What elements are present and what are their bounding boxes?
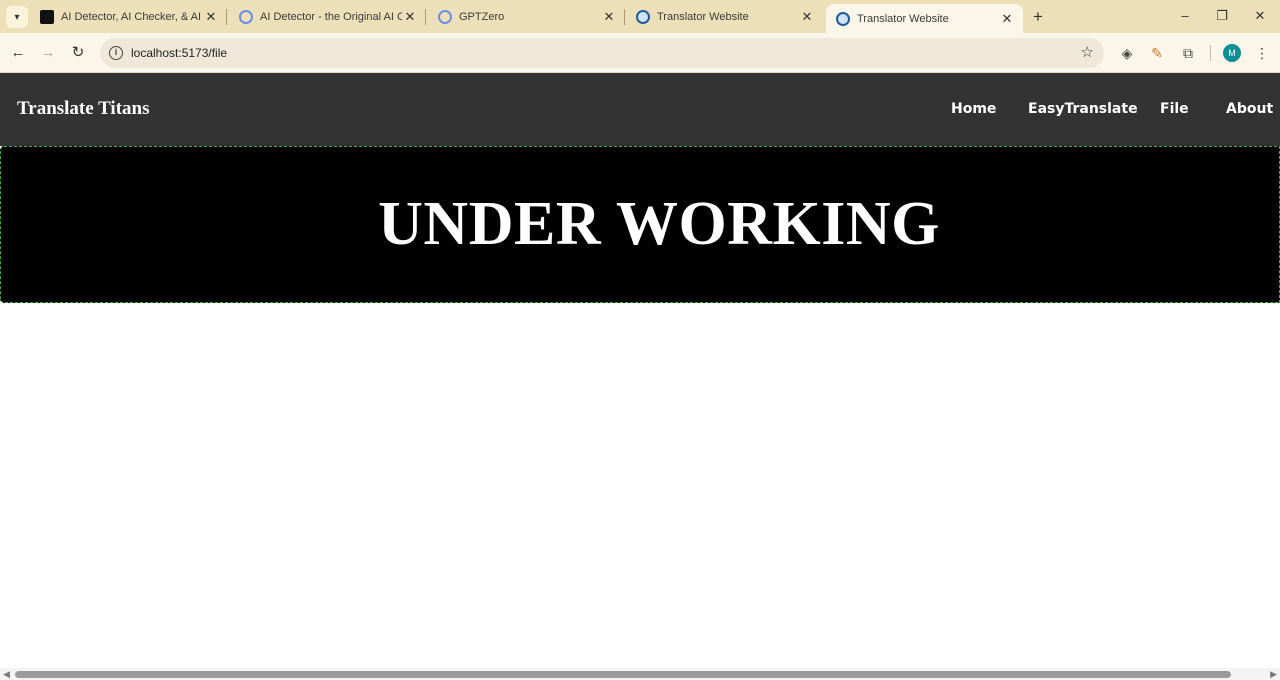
address-bar[interactable]: i localhost:5173/file ☆ — [100, 38, 1104, 68]
hero-title: UNDER WORKING — [378, 190, 940, 258]
nav-link-home[interactable]: Home — [951, 101, 996, 117]
scroll-left-icon[interactable]: ◀ — [3, 669, 10, 680]
hero-banner: UNDER WORKING — [0, 146, 1280, 303]
extension-pen-icon[interactable]: ✎ — [1147, 43, 1167, 63]
gptzero-icon — [438, 9, 452, 24]
tab-divider — [226, 9, 227, 25]
nav-link-file[interactable]: File — [1160, 101, 1189, 117]
new-tab-button[interactable]: + — [1028, 7, 1048, 27]
tab-divider — [425, 9, 426, 25]
reload-icon: ↻ — [71, 44, 85, 61]
tab-search-button[interactable]: ▾ — [6, 6, 28, 28]
scroll-right-icon[interactable]: ▶ — [1270, 669, 1277, 680]
plus-icon: + — [1033, 7, 1043, 26]
arrow-right-icon: → — [40, 44, 56, 61]
close-icon: ✕ — [1254, 8, 1266, 23]
browser-tab[interactable]: GPTZero ✕ — [428, 0, 625, 33]
close-icon[interactable]: ✕ — [799, 9, 815, 25]
close-icon[interactable]: ✕ — [203, 9, 219, 25]
browser-tab[interactable]: AI Detector - the Original AI Ch ✕ — [229, 0, 426, 33]
close-icon[interactable]: ✕ — [999, 11, 1015, 27]
forward-button[interactable]: → — [37, 42, 59, 64]
horizontal-scrollbar[interactable]: ◀ ▶ — [0, 668, 1280, 680]
tab-title: AI Detector - the Original AI Ch — [260, 10, 402, 23]
info-icon[interactable]: i — [109, 46, 123, 60]
site-navbar: Translate Titans Home EasyTranslate File… — [0, 73, 1280, 146]
back-button[interactable]: ← — [7, 42, 29, 64]
scrollbar-thumb[interactable] — [15, 671, 1231, 678]
browser-tab[interactable]: AI Detector, AI Checker, & AI Hu ✕ — [30, 0, 227, 33]
browser-tab-active[interactable]: Translator Website ✕ — [826, 4, 1023, 33]
profile-avatar[interactable]: M — [1223, 44, 1241, 62]
toolbar-divider — [1210, 45, 1211, 61]
arrow-left-icon: ← — [10, 44, 26, 61]
nav-link-about[interactable]: About — [1226, 101, 1273, 117]
gptzero-icon — [239, 9, 253, 24]
close-icon[interactable]: ✕ — [601, 9, 617, 25]
restore-button[interactable]: ❐ — [1207, 6, 1237, 26]
chevron-down-icon: ▾ — [14, 11, 20, 23]
browser-tab[interactable]: Translator Website ✕ — [626, 0, 823, 33]
tab-title: GPTZero — [459, 10, 505, 23]
site-brand[interactable]: Translate Titans — [17, 98, 150, 120]
url-text[interactable]: localhost:5173/file — [131, 46, 227, 60]
minimize-icon: – — [1181, 8, 1189, 23]
globe-icon — [836, 11, 850, 26]
globe-icon — [636, 9, 650, 24]
tab-divider — [624, 9, 625, 25]
menu-kebab-icon[interactable]: ⋮ — [1252, 43, 1272, 63]
extensions-puzzle-icon[interactable]: ⧉ — [1178, 43, 1198, 63]
minimize-button[interactable]: – — [1170, 6, 1200, 26]
reload-button[interactable]: ↻ — [67, 42, 89, 64]
bookmark-star-icon[interactable]: ☆ — [1081, 43, 1094, 61]
browser-toolbar: ← → ↻ i localhost:5173/file ☆ ◈ ✎ ⧉ M ⋮ — [0, 33, 1280, 73]
restore-icon: ❐ — [1216, 8, 1228, 23]
nav-link-easytranslate[interactable]: EasyTranslate — [1028, 101, 1138, 117]
zerogpt-icon — [40, 9, 54, 24]
browser-tab-strip: ▾ AI Detector, AI Checker, & AI Hu ✕ AI … — [0, 0, 1280, 33]
tab-title: Translator Website — [857, 12, 949, 25]
close-window-button[interactable]: ✕ — [1245, 6, 1275, 26]
tab-title: Translator Website — [657, 10, 749, 23]
extension-robot-icon[interactable]: ◈ — [1117, 43, 1137, 63]
close-icon[interactable]: ✕ — [402, 9, 418, 25]
tab-title: AI Detector, AI Checker, & AI Hu — [61, 10, 203, 23]
